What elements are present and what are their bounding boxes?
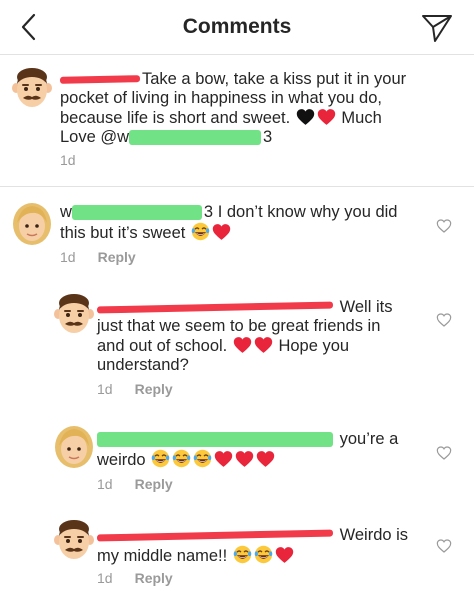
comment-meta: 1d	[60, 152, 98, 168]
username-redaction	[96, 529, 334, 542]
comment-text-line: Weirdo is	[339, 526, 409, 544]
comment-text-line: this but it’s sweet	[60, 224, 186, 242]
avatar[interactable]	[50, 290, 98, 338]
laughing-emoji-icon	[254, 545, 273, 564]
comment-text-line: just that we seem to be great friends in	[97, 317, 381, 335]
timestamp: 1d	[97, 476, 113, 492]
laughing-emoji-icon	[191, 222, 210, 241]
caption-text-line: pocket of living in happiness in what yo…	[60, 89, 382, 107]
comment-text-line: understand?	[97, 356, 189, 374]
username-fragment[interactable]: w	[60, 203, 72, 221]
caption-text-line: 3	[263, 128, 273, 146]
username-fragment[interactable]: 3	[204, 203, 213, 221]
comment-meta: 1d Reply	[60, 249, 136, 265]
reply-button[interactable]: Reply	[98, 249, 136, 265]
avatar[interactable]	[8, 199, 56, 247]
comment-text-line: Well its	[339, 298, 393, 316]
timestamp: 1d	[97, 570, 113, 586]
caption-text-line: Much	[341, 109, 382, 127]
reply-item: Weirdo is my middle name!! 1d Reply	[0, 512, 474, 602]
heart-outline-icon[interactable]	[436, 538, 452, 554]
reply-button[interactable]: Reply	[135, 476, 173, 492]
timestamp: 1d	[97, 381, 113, 397]
red-heart-icon	[275, 546, 294, 564]
comment-meta: 1d Reply	[97, 381, 173, 397]
header-bar: Comments	[0, 0, 474, 55]
red-heart-icon	[317, 108, 336, 126]
laughing-emoji-icon	[193, 449, 212, 468]
caption: Take a bow, take a kiss put it in your p…	[0, 54, 474, 186]
username-redaction	[96, 301, 334, 314]
reply-item: you’re a weirdo 1d Reply	[0, 418, 474, 502]
comment-meta: 1d Reply	[97, 476, 173, 492]
username-redaction	[71, 205, 202, 221]
username-redaction	[97, 432, 333, 448]
avatar[interactable]	[50, 516, 98, 564]
paper-plane-icon[interactable]	[420, 11, 454, 43]
caption-text-line: because life is short and sweet.	[60, 109, 291, 127]
comment-text: Well its just that we seem to be great f…	[96, 298, 427, 375]
comment-text: w 3 I don’t know why you did this but it’…	[60, 203, 420, 243]
red-heart-icon	[233, 336, 252, 354]
red-heart-icon	[235, 450, 254, 468]
comment-text: you’re a weirdo	[97, 430, 427, 470]
comment-text-line: I don’t know why you did	[217, 203, 398, 221]
timestamp: 1d	[60, 249, 76, 265]
comment-text-line: and out of school.	[97, 337, 228, 355]
heart-outline-icon[interactable]	[436, 312, 452, 328]
reply-item: Well its just that we seem to be great f…	[0, 286, 474, 406]
laughing-emoji-icon	[233, 545, 252, 564]
avatar[interactable]	[50, 422, 98, 470]
red-heart-icon	[212, 223, 231, 241]
caption-text: Take a bow, take a kiss put it in your p…	[59, 70, 460, 147]
comment-meta: 1d Reply	[97, 570, 173, 586]
red-heart-icon	[256, 450, 275, 468]
comment-text: Weirdo is my middle name!!	[96, 526, 427, 566]
comment-item: w 3 I don’t know why you did this but it’…	[0, 187, 474, 277]
heart-outline-icon[interactable]	[436, 218, 452, 234]
red-heart-icon	[254, 336, 273, 354]
avatar[interactable]	[8, 64, 56, 112]
comment-text-line: my middle name!!	[97, 547, 228, 565]
caption-text-line: Take a bow, take a kiss put it in your	[142, 70, 407, 88]
username-redaction	[59, 75, 141, 84]
heart-outline-icon[interactable]	[436, 445, 452, 461]
red-heart-icon	[214, 450, 233, 468]
comment-text-line: you’re a	[339, 430, 399, 448]
reply-button[interactable]: Reply	[135, 381, 173, 397]
comment-text-line: Hope you	[278, 337, 350, 355]
laughing-emoji-icon	[172, 449, 191, 468]
page-title: Comments	[182, 15, 292, 38]
comment-text-line: weirdo	[97, 451, 146, 469]
mention-redaction	[129, 130, 262, 146]
caption-mention[interactable]: Love @w	[60, 128, 129, 146]
black-heart-icon	[296, 108, 315, 126]
timestamp: 1d	[60, 152, 76, 168]
laughing-emoji-icon	[151, 449, 170, 468]
reply-button[interactable]: Reply	[135, 570, 173, 586]
